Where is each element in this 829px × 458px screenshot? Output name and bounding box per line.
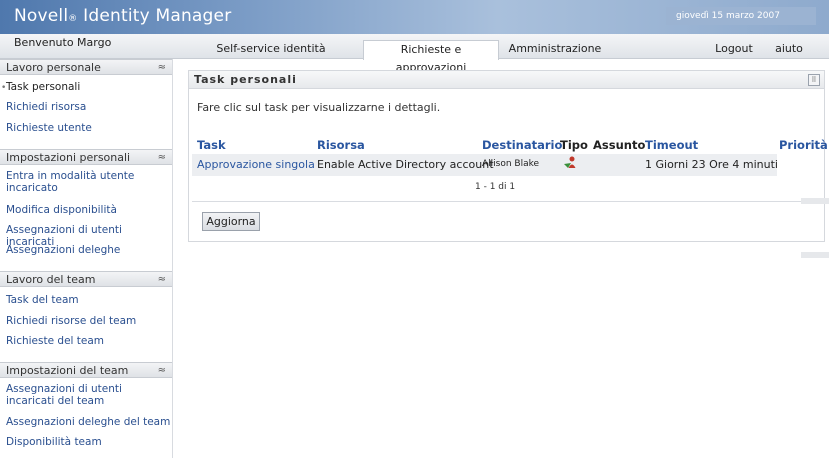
collapse-icon[interactable]: ≈ — [158, 272, 166, 288]
sidebar-item-request-resource[interactable]: Richiedi risorsa — [6, 101, 171, 113]
section-title: Lavoro del team — [6, 273, 96, 286]
sidebar-divider — [172, 59, 173, 458]
sidebar: Lavoro personale ≈ • Task personali Rich… — [0, 59, 173, 458]
sidebar-item-enter-proxy-mode[interactable]: Entra in modalità utente incaricato — [6, 170, 171, 194]
welcome-text: Benvenuto Margo — [14, 36, 112, 49]
divider — [192, 201, 821, 202]
panel-title: Task personali — [194, 73, 297, 86]
refresh-button[interactable]: Aggiorna — [202, 212, 260, 231]
brand-name: Novell — [14, 6, 69, 26]
sidebar-item-user-requests[interactable]: Richieste utente — [6, 122, 171, 134]
sidebar-item-my-tasks[interactable]: Task personali — [6, 81, 171, 93]
collapse-icon[interactable]: ≈ — [158, 60, 166, 76]
column-header-resource[interactable]: Risorsa — [317, 138, 365, 152]
collapse-icon[interactable]: ≈ — [158, 150, 166, 166]
column-header-timeout[interactable]: Timeout — [645, 138, 698, 152]
column-header-task[interactable]: Task — [197, 138, 226, 152]
tab-administration[interactable]: Amministrazione — [505, 40, 605, 58]
tab-requests-approvals[interactable]: Richieste e approvazioni — [363, 40, 499, 74]
section-header-personal-settings[interactable]: Impostazioni personali ≈ — [0, 149, 172, 165]
section-header-team-work[interactable]: Lavoro del team ≈ — [0, 271, 172, 287]
timeout-cell: 1 Giorni 23 Ore 4 minuti — [645, 158, 778, 171]
recipient-cell: Allison Blake — [482, 159, 540, 169]
section-header-team-settings[interactable]: Impostazioni del team ≈ — [0, 362, 172, 378]
instruction-text: Fare clic sul task per visualizzarne i d… — [197, 101, 441, 114]
sidebar-item-team-delegate-assignments[interactable]: Assegnazioni deleghe del team — [6, 416, 171, 428]
product-name: Identity Manager — [83, 6, 232, 26]
sidebar-item-team-availability[interactable]: Disponibilità team — [6, 436, 171, 448]
sidebar-item-delegate-assignments[interactable]: Assegnazioni deleghe — [6, 244, 171, 256]
column-header-recipient[interactable]: Destinatario — [482, 138, 562, 152]
column-header-priority[interactable]: Priorità — [779, 138, 828, 152]
section-title: Impostazioni del team — [6, 364, 129, 377]
resource-cell: Enable Active Directory account — [317, 158, 494, 171]
section-header-work[interactable]: Lavoro personale ≈ — [0, 59, 172, 75]
task-link[interactable]: Approvazione singola — [197, 158, 315, 171]
person-approval-icon — [563, 155, 577, 172]
sidebar-item-team-requests[interactable]: Richieste del team — [6, 335, 171, 347]
pagination-info: 1 - 1 di 1 — [475, 182, 516, 192]
decorative-stub — [801, 198, 829, 204]
date-display: giovedì 15 marzo 2007 — [666, 7, 816, 25]
sidebar-item-team-proxy-assignments[interactable]: Assegnazioni di utenti incaricati del te… — [6, 383, 171, 407]
panel-header: Task personali ⠿ — [189, 71, 824, 89]
section-title: Impostazioni personali — [6, 151, 131, 164]
tab-self-service[interactable]: Self-service identità — [205, 40, 337, 58]
help-link[interactable]: aiuto — [771, 40, 807, 58]
decorative-stub — [801, 252, 829, 258]
collapse-icon[interactable]: ≈ — [158, 363, 166, 379]
sidebar-item-edit-availability[interactable]: Modifica disponibilità — [6, 204, 171, 216]
sidebar-item-team-tasks[interactable]: Task del team — [6, 294, 171, 306]
header-banner: Novell® Identity Manager giovedì 15 marz… — [0, 0, 829, 34]
section-title: Lavoro personale — [6, 61, 101, 74]
person-approval-icon-svg — [564, 156, 576, 168]
app-title: Novell® Identity Manager — [14, 6, 231, 26]
my-tasks-panel: Task personali ⠿ Fare clic sul task per … — [188, 70, 828, 242]
column-header-type: Tipo — [560, 138, 588, 152]
main-tabs: Self-service identità Richieste e approv… — [205, 40, 829, 74]
panel-menu-icon[interactable]: ⠿ — [808, 74, 820, 86]
logout-link[interactable]: Logout — [711, 40, 757, 58]
column-header-assigned: Assunto — [593, 138, 646, 152]
brand-registered-mark: ® — [68, 14, 78, 24]
sidebar-item-request-team-resources[interactable]: Richiedi risorse del team — [6, 315, 171, 327]
